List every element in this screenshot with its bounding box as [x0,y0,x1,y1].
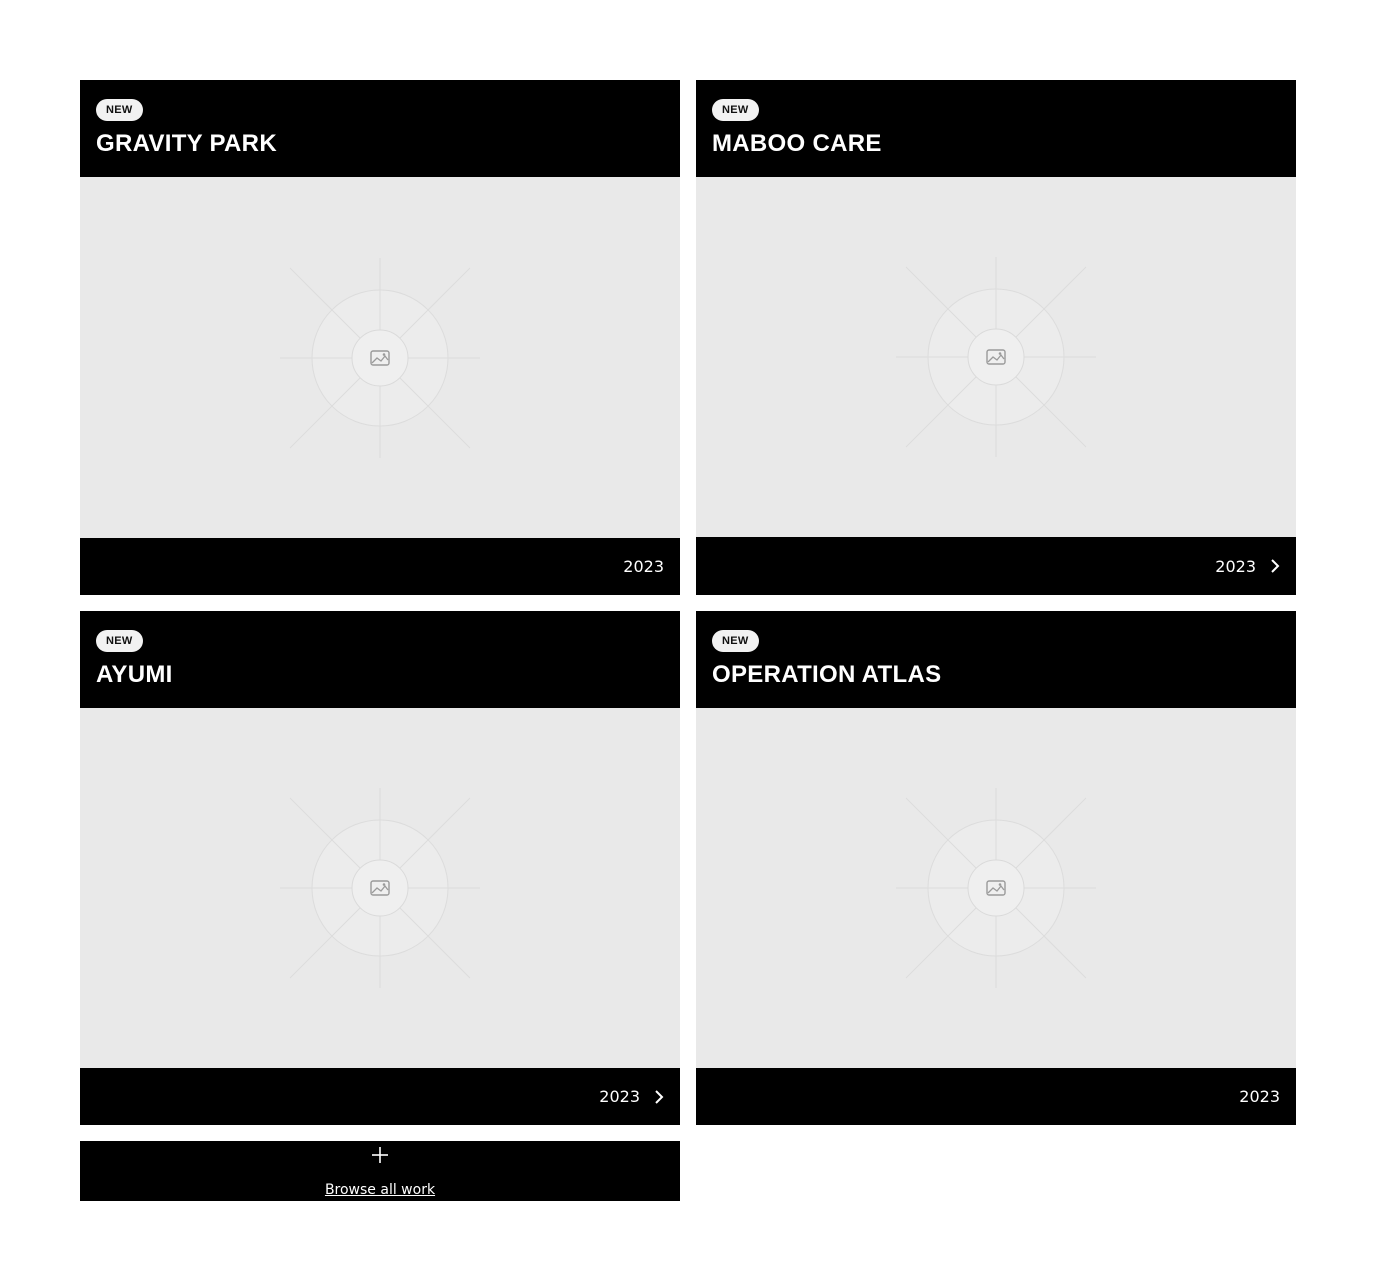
project-card-gravity-park[interactable]: NEW GRAVITY PARK 2023 [80,80,680,595]
project-year: 2023 [623,557,664,576]
project-image-placeholder [696,177,1296,537]
card-header: NEW AYUMI [80,611,680,708]
project-card-ayumi[interactable]: NEW AYUMI 2023 [80,611,680,1125]
project-title: MABOO CARE [712,130,882,157]
card-footer: 2023 [696,1068,1296,1125]
new-badge: NEW [96,99,143,121]
plus-icon [372,1147,388,1163]
image-placeholder-icon [280,257,480,458]
card-header: NEW GRAVITY PARK [80,80,680,177]
chevron-right-icon[interactable] [654,1089,664,1105]
new-badge: NEW [712,630,759,652]
project-title: GRAVITY PARK [96,130,277,157]
card-footer: 2023 [80,538,680,595]
project-year: 2023 [1215,556,1256,576]
project-image-placeholder [80,177,680,538]
card-footer: 2023 [696,537,1296,595]
image-placeholder-icon [280,788,480,988]
project-title: AYUMI [96,661,173,688]
browse-all-work-link[interactable]: Browse all work [80,1182,680,1198]
card-header: NEW OPERATION ATLAS [696,611,1296,708]
image-placeholder-icon [896,257,1096,457]
project-year: 2023 [1239,1087,1280,1106]
project-title: OPERATION ATLAS [712,661,942,688]
new-badge: NEW [712,99,759,121]
image-placeholder-icon [896,788,1096,988]
project-year: 2023 [599,1087,640,1106]
card-header: NEW MABOO CARE [696,80,1296,177]
project-image-placeholder [80,708,680,1068]
project-image-placeholder [696,708,1296,1068]
new-badge: NEW [96,630,143,652]
chevron-right-icon[interactable] [1270,558,1280,574]
card-footer: 2023 [80,1068,680,1125]
project-card-maboo-care[interactable]: NEW MABOO CARE 2023 [696,80,1296,595]
browse-all-work-button[interactable]: Browse all work [80,1141,680,1201]
project-card-operation-atlas[interactable]: NEW OPERATION ATLAS 2023 [696,611,1296,1125]
